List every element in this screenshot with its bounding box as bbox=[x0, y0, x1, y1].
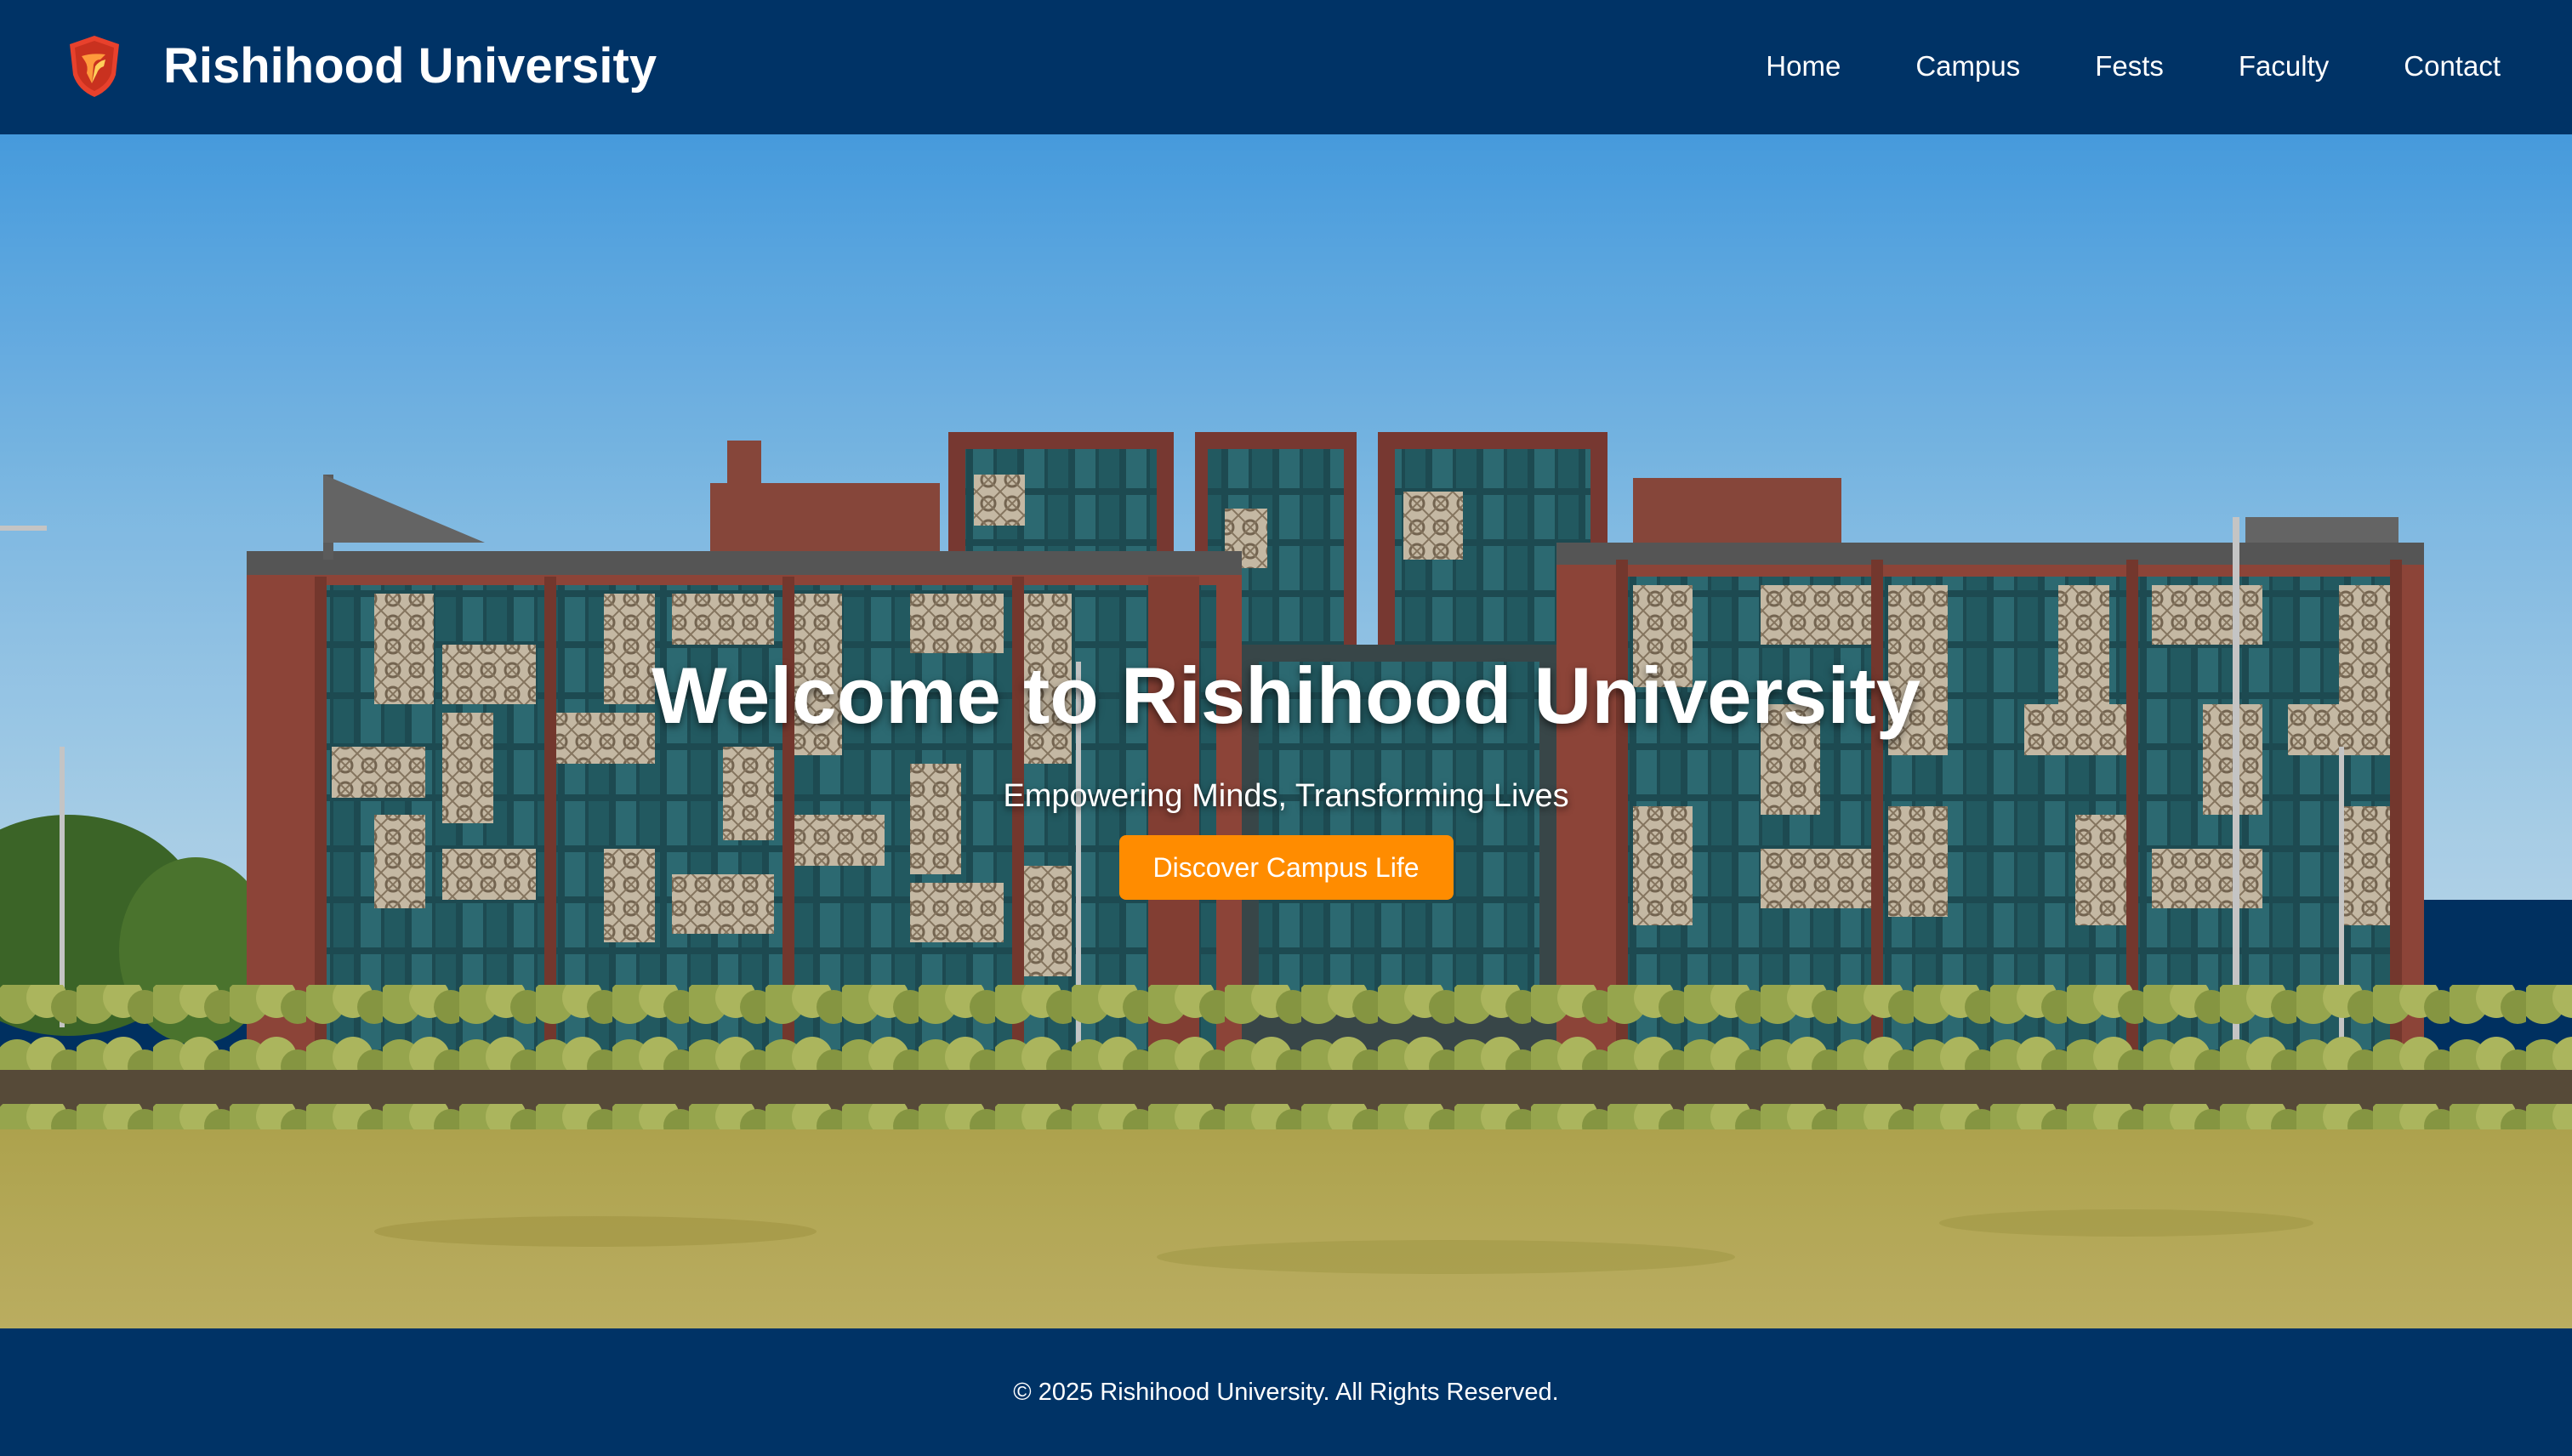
hero-subtitle: Empowering Minds, Transforming Lives bbox=[1003, 778, 1569, 814]
discover-campus-life-button[interactable]: Discover Campus Life bbox=[1118, 835, 1454, 900]
site-header: Rishihood University Home Campus Fests F… bbox=[0, 0, 2572, 134]
main-nav: Home Campus Fests Faculty Contact bbox=[1766, 43, 2501, 90]
nav-campus[interactable]: Campus bbox=[1915, 43, 2020, 90]
hero-title: Welcome to Rishihood University bbox=[651, 651, 1921, 740]
nav-faculty[interactable]: Faculty bbox=[2239, 43, 2329, 90]
site-footer: © 2025 Rishihood University. All Rights … bbox=[0, 1328, 2572, 1456]
shield-logo-icon[interactable] bbox=[66, 34, 122, 99]
nav-contact[interactable]: Contact bbox=[2404, 43, 2501, 90]
hero-content: Welcome to Rishihood University Empoweri… bbox=[0, 645, 2572, 900]
nav-home[interactable]: Home bbox=[1766, 43, 1841, 90]
nav-fests[interactable]: Fests bbox=[2095, 43, 2164, 90]
site-brand[interactable]: Rishihood University bbox=[163, 36, 657, 97]
footer-copyright: © 2025 Rishihood University. All Rights … bbox=[1013, 1379, 1559, 1406]
hero-section: Welcome to Rishihood University Empoweri… bbox=[0, 134, 2572, 1328]
